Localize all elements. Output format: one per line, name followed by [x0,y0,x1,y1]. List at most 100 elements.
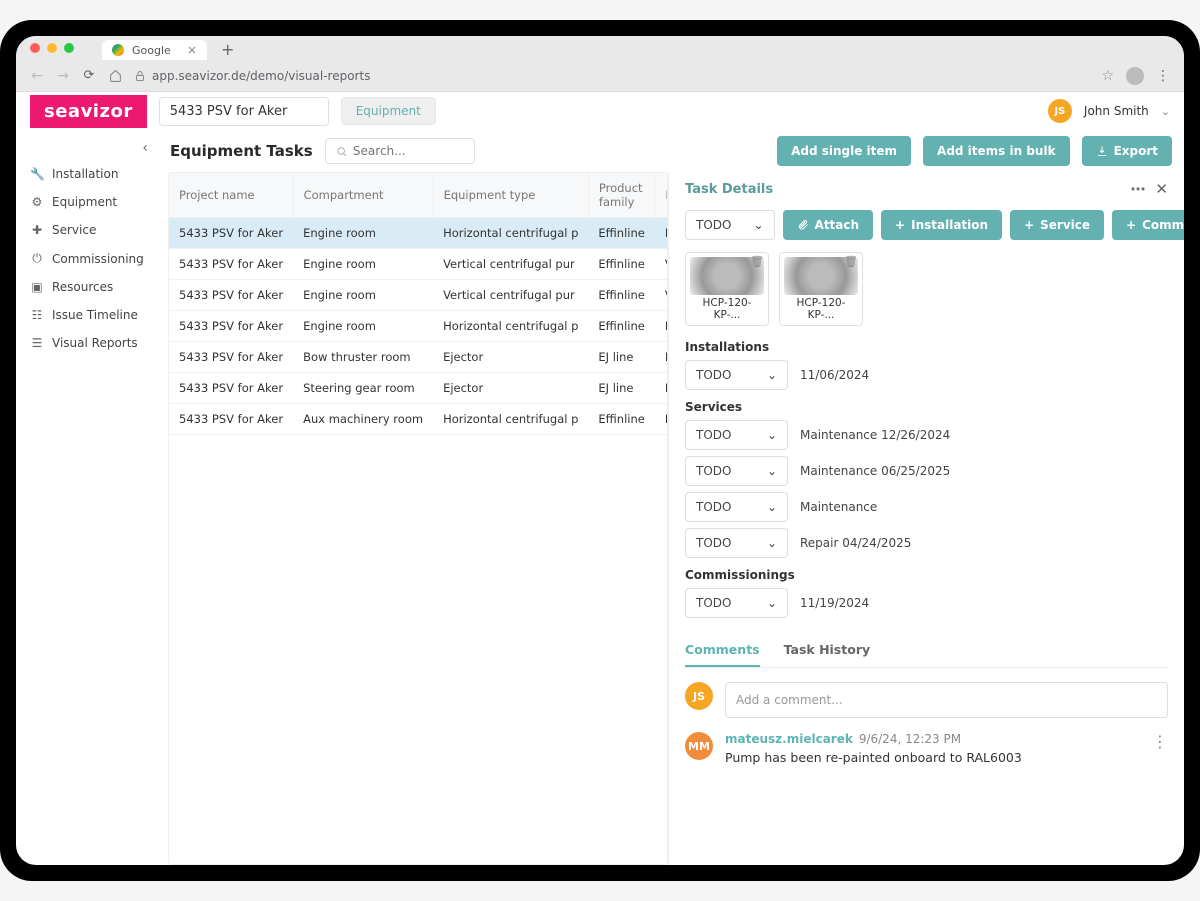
report-icon: ☰ [30,336,44,350]
pump-icon: ⚙ [30,195,44,209]
chevron-down-icon: ⌄ [767,464,777,478]
sidebar-item-commissioning[interactable]: ⏻Commissioning [24,244,158,273]
task-status-select[interactable]: TODO⌄ [685,420,788,450]
task-description: 11/19/2024 [800,596,869,610]
window-controls [30,43,74,53]
add-installation-button[interactable]: +Installation [881,210,1002,240]
lock-icon [134,70,146,82]
search-input[interactable] [353,144,464,158]
more-icon[interactable]: ⋯ [1130,180,1145,198]
search-icon [336,145,347,158]
add-items-bulk-button[interactable]: Add items in bulk [923,136,1070,166]
attach-button[interactable]: Attach [783,210,874,240]
task-status-select[interactable]: TODO⌄ [685,492,788,522]
maximize-window-icon[interactable] [64,43,74,53]
close-window-icon[interactable] [30,43,40,53]
user-avatar[interactable]: JS [1048,99,1072,123]
browser-menu-icon[interactable]: ⋮ [1156,68,1170,84]
chevron-down-icon: ⌄ [767,536,777,550]
sidebar-item-service[interactable]: ✚Service [24,216,158,244]
trash-icon[interactable]: 🗑 [750,255,764,268]
url-text[interactable]: app.seavizor.de/demo/visual-reports [152,69,370,83]
table-row[interactable]: 5433 PSV for AkerBow thruster roomEjecto… [169,342,668,373]
timeline-icon: ☷ [30,308,44,322]
tab-title: Google [132,44,171,57]
browser-profile-icon[interactable] [1126,67,1144,85]
status-select[interactable]: TODO⌄ [685,210,775,240]
attachment-card[interactable]: 🗑 HCP-120-KP-... [685,252,769,326]
table-row[interactable]: 5433 PSV for AkerEngine roomHorizontal c… [169,311,668,342]
th-equipment-type[interactable]: Equipment type [433,173,588,218]
task-status-select[interactable]: TODO⌄ [685,528,788,558]
sidebar-item-visual-reports[interactable]: ☰Visual Reports [24,329,158,357]
project-input[interactable] [159,97,329,126]
attachment-card[interactable]: 🗑 HCP-120-KP-... [779,252,863,326]
reload-icon[interactable]: ⟳ [82,68,96,83]
forward-icon[interactable]: → [56,68,70,84]
task-status-select[interactable]: TODO⌄ [685,360,788,390]
page-toolbar: Equipment Tasks Add single item Add item… [158,130,1184,172]
back-icon[interactable]: ← [30,68,44,84]
task-status-select[interactable]: TODO⌄ [685,588,788,618]
chevron-down-icon: ⌄ [767,596,777,610]
sidebar: ‹ 🔧Installation ⚙Equipment ✚Service ⏻Com… [16,130,158,865]
th-project[interactable]: Project name [169,173,293,218]
export-button[interactable]: Export [1082,136,1172,166]
add-service-button[interactable]: +Service [1010,210,1104,240]
chevron-down-icon: ⌄ [767,500,777,514]
equipment-table: Project name Compartment Equipment type … [168,172,668,865]
home-icon[interactable] [108,69,122,82]
comment-user[interactable]: mateusz.mielcarek [725,732,853,746]
brand-logo[interactable]: seavizor [30,95,147,128]
services-label: Services [685,400,1168,414]
tab-comments[interactable]: Comments [685,634,760,667]
table-row[interactable]: 5433 PSV for AkerSteering gear roomEject… [169,373,668,404]
chevron-down-icon: ⌄ [767,428,777,442]
task-details-panel: Task Details ⋯ ✕ TODO⌄ Attach +Installat… [668,172,1184,865]
browser-toolbar: ← → ⟳ app.seavizor.de/demo/visual-report… [16,60,1184,92]
close-tab-icon[interactable]: × [187,43,197,57]
task-line: TODO⌄ 11/06/2024 [685,360,1168,390]
bookmark-icon[interactable]: ☆ [1101,68,1114,84]
user-menu-chevron-icon[interactable]: ⌄ [1161,105,1170,118]
table-row[interactable]: 5433 PSV for AkerAux machinery roomHoriz… [169,404,668,435]
browser-tab[interactable]: Google × [102,40,207,60]
table-row[interactable]: 5433 PSV for AkerEngine roomHorizontal c… [169,218,668,249]
task-line: TODO⌄ Maintenance 12/26/2024 [685,420,1168,450]
installations-label: Installations [685,340,1168,354]
th-product-family[interactable]: Product family [588,173,654,218]
task-line: TODO⌄ Repair 04/24/2025 [685,528,1168,558]
sidebar-item-installation[interactable]: 🔧Installation [24,160,158,188]
minimize-window-icon[interactable] [47,43,57,53]
comment-menu-icon[interactable]: ⋮ [1152,732,1168,751]
add-single-item-button[interactable]: Add single item [777,136,911,166]
sidebar-item-resources[interactable]: ▣Resources [24,273,158,301]
new-tab-icon[interactable]: + [221,40,234,59]
sidebar-item-equipment[interactable]: ⚙Equipment [24,188,158,216]
sidebar-item-issue-timeline[interactable]: ☷Issue Timeline [24,301,158,329]
tab-task-history[interactable]: Task History [784,634,871,667]
plus-icon: + [1024,218,1034,232]
close-icon[interactable]: ✕ [1155,180,1168,198]
equipment-button[interactable]: Equipment [341,97,436,125]
th-model[interactable]: Model [655,173,668,218]
comment-input[interactable]: Add a comment... [725,682,1168,718]
task-line: TODO⌄ Maintenance 06/25/2025 [685,456,1168,486]
current-user-avatar: JS [685,682,713,710]
task-status-select[interactable]: TODO⌄ [685,456,788,486]
download-icon [1096,145,1108,157]
trash-icon[interactable]: 🗑 [844,255,858,268]
collapse-sidebar-icon[interactable]: ‹ [24,140,158,156]
th-compartment[interactable]: Compartment [293,173,433,218]
comment-text: Pump has been re-painted onboard to RAL6… [725,750,1140,765]
attachment-name: HCP-120-KP-... [690,297,764,321]
plus-icon: + [1126,218,1136,232]
chevron-down-icon: ⌄ [767,368,777,382]
task-line: TODO⌄ 11/19/2024 [685,588,1168,618]
table-row[interactable]: 5433 PSV for AkerEngine roomVertical cen… [169,249,668,280]
add-commissioning-button[interactable]: +Commissioning [1112,210,1184,240]
table-row[interactable]: 5433 PSV for AkerEngine roomVertical cen… [169,280,668,311]
task-description: Maintenance [800,500,877,514]
user-name: John Smith [1084,104,1149,118]
box-icon: ▣ [30,280,44,294]
